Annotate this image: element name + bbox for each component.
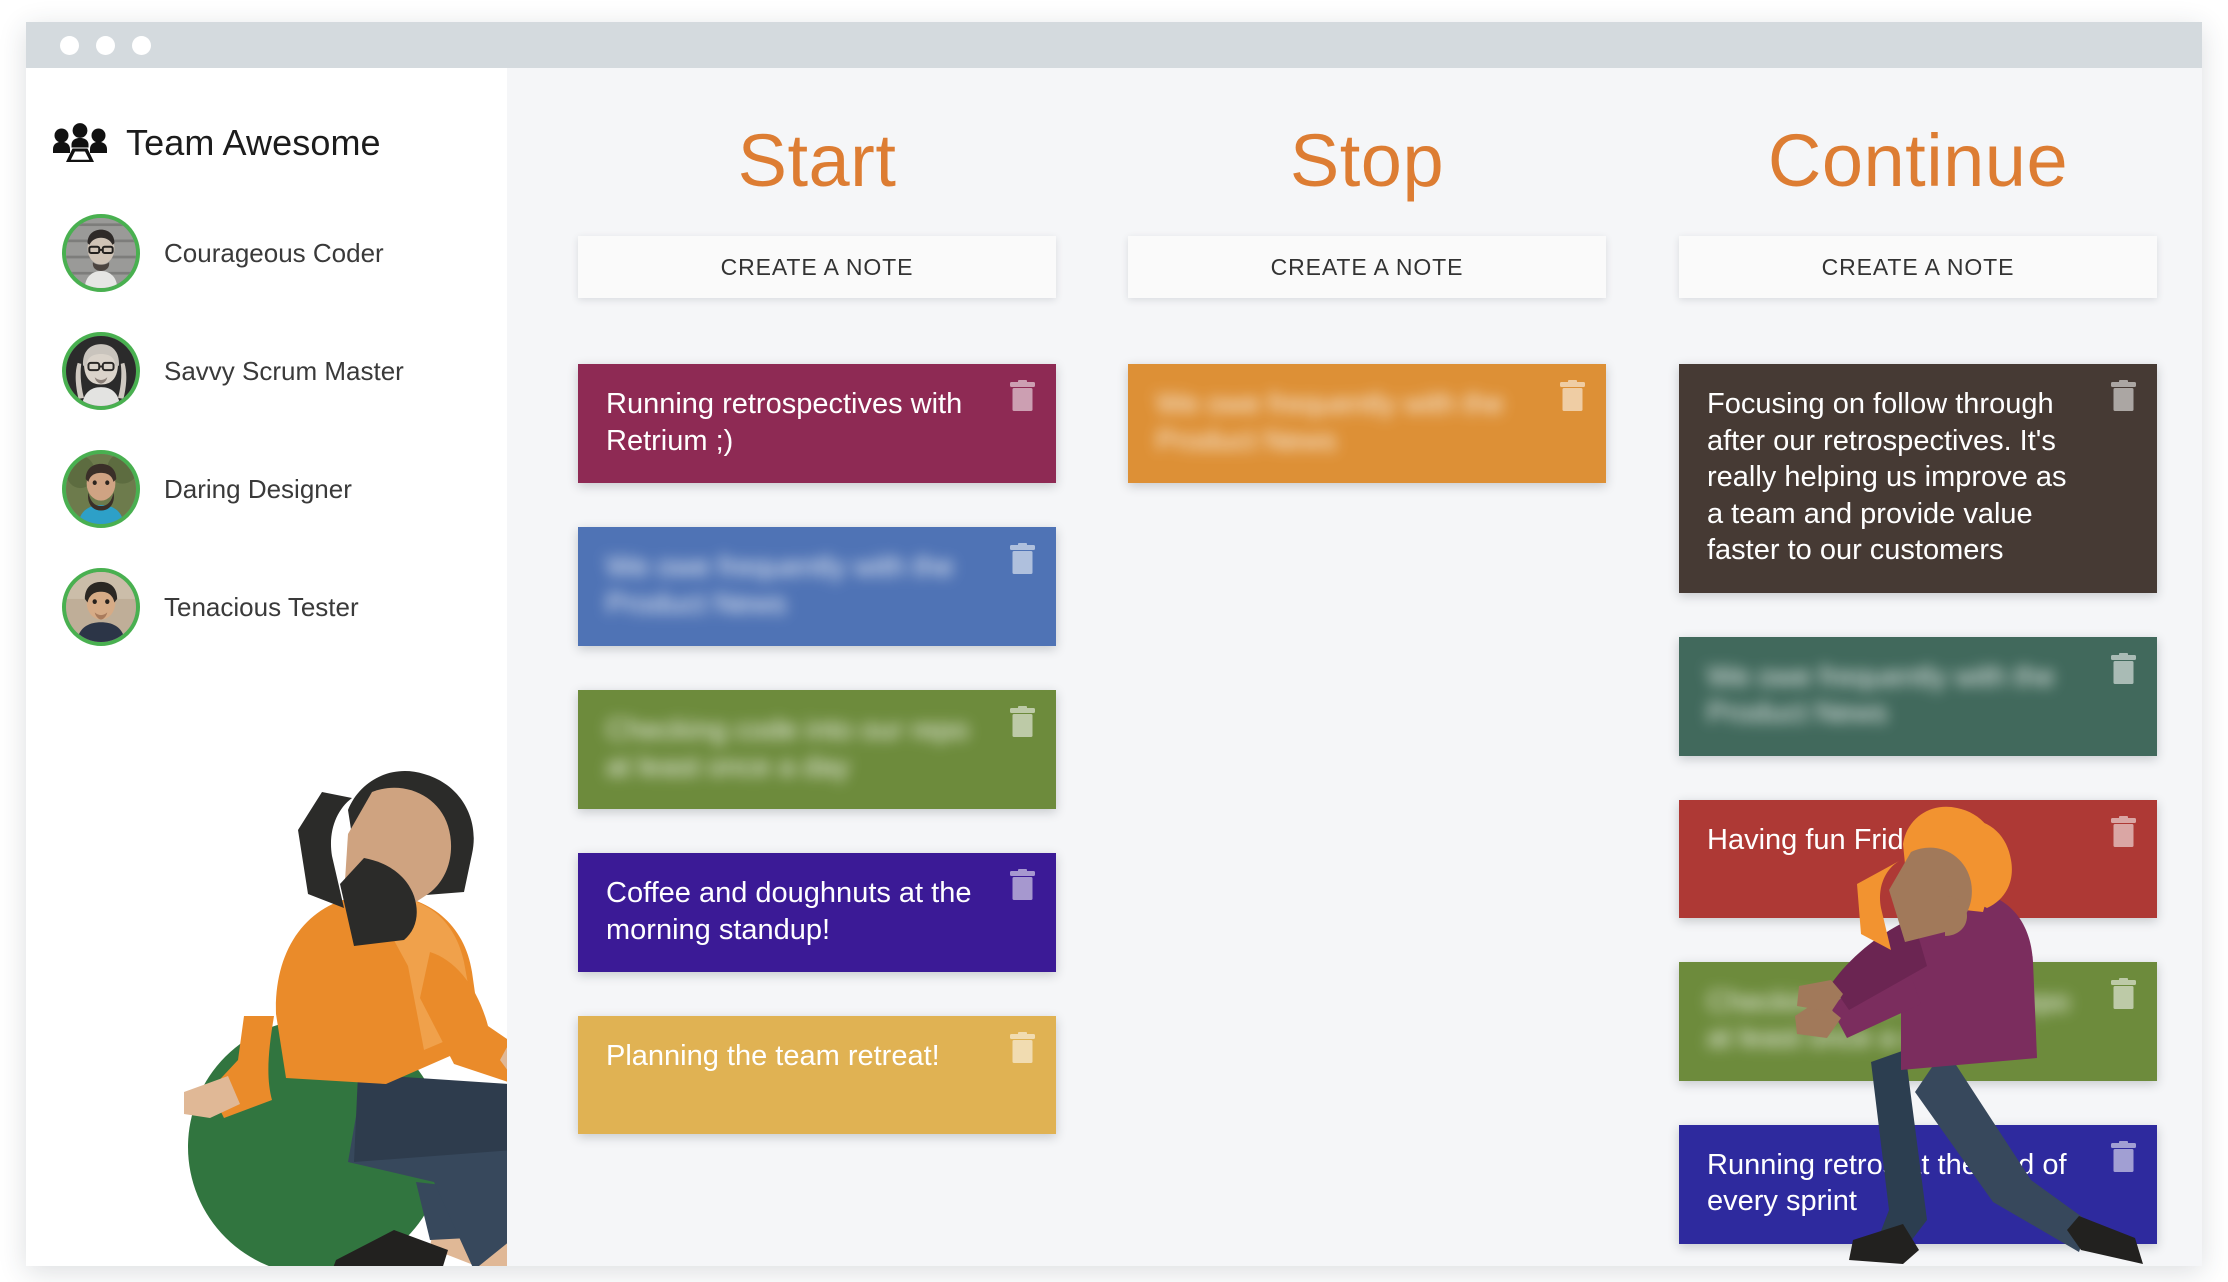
team-member-name: Courageous Coder xyxy=(164,237,384,268)
trash-icon[interactable] xyxy=(2110,1140,2137,1173)
note-text: Checking code into our repo at least onc… xyxy=(1707,985,2070,1055)
avatar xyxy=(62,214,140,292)
team-name: Team Awesome xyxy=(126,122,381,163)
note-card[interactable]: Coffee and doughnuts at the morning stan… xyxy=(578,853,1056,973)
note-text: Running retrospectives with Retrium ;) xyxy=(606,388,963,457)
avatar xyxy=(62,568,140,646)
trash-icon[interactable] xyxy=(1009,706,1036,738)
create-note-button[interactable]: CREATE A NOTE xyxy=(1128,236,1606,298)
note-card[interactable]: We owe frequently with the Product News xyxy=(1128,364,1606,484)
note-list: We owe frequently with the Product News xyxy=(1128,364,1606,484)
avatar xyxy=(62,450,140,528)
team-member-name: Daring Designer xyxy=(164,473,352,504)
note-card[interactable]: Planning the team retreat! xyxy=(578,1016,1056,1135)
note-text: Focusing on follow through after our ret… xyxy=(1707,388,2067,567)
note-text: Having fun Friday xyxy=(1707,823,1935,856)
team-member-row[interactable]: Tenacious Tester xyxy=(26,548,507,666)
retro-board: Start CREATE A NOTE Running retrospectiv… xyxy=(507,68,2202,1266)
note-text: We owe frequently with the Product News xyxy=(606,551,954,620)
window-body: Team Awesome Courageous Coder Savvy Scru… xyxy=(26,68,2202,1266)
board-column-stop: Stop CREATE A NOTE We owe frequently wit… xyxy=(1128,68,1606,527)
note-card[interactable]: We owe frequently with the Product News xyxy=(1679,636,2157,756)
note-card[interactable]: Running retrospectives with Retrium ;) xyxy=(578,364,1056,484)
trash-icon[interactable] xyxy=(1009,543,1036,575)
team-member-name: Savvy Scrum Master xyxy=(164,355,404,386)
note-text: Running retros at the end of every sprin… xyxy=(1707,1148,2067,1218)
trash-icon[interactable] xyxy=(2110,652,2137,685)
note-text: Planning the team retreat! xyxy=(606,1040,940,1073)
note-list: Focusing on follow through after our ret… xyxy=(1679,364,2157,1244)
note-text: We owe frequently with the Product News xyxy=(1156,388,1504,457)
sitting-person-illustration xyxy=(166,752,507,1266)
note-card[interactable]: We owe frequently with the Product News xyxy=(578,527,1056,647)
board-column-start: Start CREATE A NOTE Running retrospectiv… xyxy=(578,68,1056,1178)
avatar xyxy=(62,332,140,410)
team-header: Team Awesome xyxy=(26,68,507,164)
note-list: Running retrospectives with Retrium ;) W… xyxy=(578,364,1056,1135)
team-member-row[interactable]: Daring Designer xyxy=(26,430,507,548)
trash-icon[interactable] xyxy=(1009,1032,1036,1064)
note-text: Coffee and doughnuts at the morning stan… xyxy=(606,877,972,946)
note-card[interactable]: Running retros at the end of every sprin… xyxy=(1679,1124,2157,1244)
column-title: Start xyxy=(737,119,897,202)
window-maximize-button[interactable] xyxy=(132,36,151,55)
team-group-icon xyxy=(53,123,107,162)
note-card[interactable]: Checking code into our repo at least onc… xyxy=(1679,961,2157,1081)
team-member-name: Tenacious Tester xyxy=(164,591,359,622)
create-note-button[interactable]: CREATE A NOTE xyxy=(1679,236,2157,298)
trash-icon[interactable] xyxy=(1559,380,1586,412)
window-minimize-button[interactable] xyxy=(96,36,115,55)
note-text: We owe frequently with the Product News xyxy=(1707,660,2055,730)
team-member-list: Courageous Coder Savvy Scrum Master Dari… xyxy=(26,194,507,666)
trash-icon[interactable] xyxy=(2110,380,2137,412)
app-window: Team Awesome Courageous Coder Savvy Scru… xyxy=(26,22,2202,1266)
column-title: Continue xyxy=(1767,119,2069,202)
note-card[interactable]: Checking code into our repo at least onc… xyxy=(578,690,1056,810)
column-title: Stop xyxy=(1289,119,1445,202)
create-note-button[interactable]: CREATE A NOTE xyxy=(578,236,1056,298)
note-text: Checking code into our repo at least onc… xyxy=(606,714,969,783)
note-card[interactable]: Focusing on follow through after our ret… xyxy=(1679,364,2157,593)
team-member-row[interactable]: Courageous Coder xyxy=(26,194,507,312)
window-close-button[interactable] xyxy=(60,36,79,55)
note-card[interactable]: Having fun Friday xyxy=(1679,799,2157,918)
team-sidebar: Team Awesome Courageous Coder Savvy Scru… xyxy=(26,68,507,1266)
board-column-continue: Continue CREATE A NOTE Focusing on follo… xyxy=(1679,68,2157,1266)
window-title-bar xyxy=(26,22,2202,68)
trash-icon[interactable] xyxy=(2110,815,2137,848)
team-member-row[interactable]: Savvy Scrum Master xyxy=(26,312,507,430)
trash-icon[interactable] xyxy=(1009,380,1036,412)
trash-icon[interactable] xyxy=(1009,869,1036,901)
trash-icon[interactable] xyxy=(2110,977,2137,1010)
